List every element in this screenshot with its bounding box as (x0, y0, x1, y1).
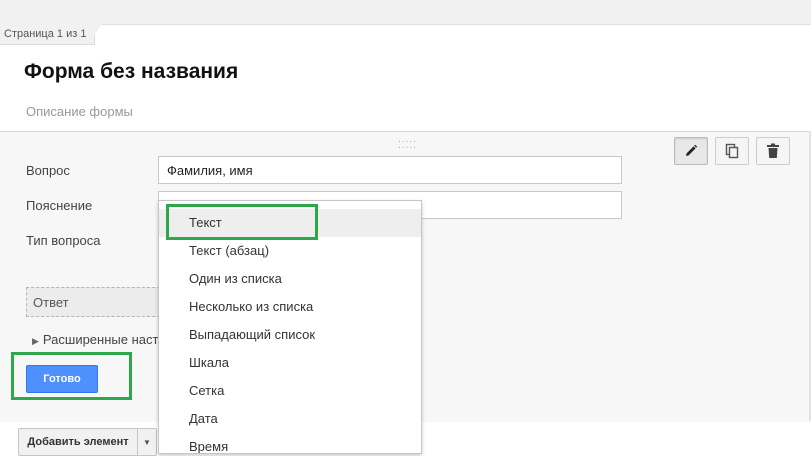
answer-preview: Ответ (26, 287, 160, 317)
add-element-dropdown[interactable]: ▼ (137, 428, 157, 456)
page-indicator-tab[interactable]: Страница 1 из 1 (0, 24, 96, 45)
chevron-down-icon: ▼ (143, 437, 151, 447)
add-element-button[interactable]: Добавить элемент (18, 428, 138, 456)
copy-icon (725, 143, 739, 159)
question-type-option[interactable]: Текст (абзац) (159, 237, 421, 265)
question-label: Вопрос (26, 163, 70, 178)
question-type-option[interactable]: Один из списка (159, 265, 421, 293)
duplicate-button[interactable] (715, 137, 749, 165)
trash-icon (767, 143, 779, 158)
advanced-settings-toggle[interactable]: ▶ Расширенные наст (32, 332, 158, 347)
question-type-option[interactable]: Шкала (159, 349, 421, 377)
delete-button[interactable] (756, 137, 790, 165)
page-tab-corner (88, 24, 102, 44)
form-description[interactable]: Описание формы (26, 104, 133, 119)
question-type-option[interactable]: Сетка (159, 377, 421, 405)
question-type-label: Тип вопроса (26, 233, 101, 248)
question-type-option[interactable]: Дата (159, 405, 421, 433)
question-type-option[interactable]: Несколько из списка (159, 293, 421, 321)
drag-handle-icon[interactable]: ∙∙∙∙∙ ∙∙∙∙∙ (398, 137, 417, 153)
advanced-settings-label: Расширенные наст (42, 332, 159, 347)
pencil-icon (686, 144, 698, 156)
triangle-right-icon: ▶ (32, 336, 39, 346)
hint-label: Пояснение (26, 198, 93, 213)
done-highlight (11, 352, 132, 400)
question-type-option[interactable]: Выпадающий список (159, 321, 421, 349)
text-option-highlight (166, 204, 318, 240)
top-bar (0, 0, 811, 25)
form-title[interactable]: Форма без названия (24, 60, 238, 84)
edit-button[interactable] (674, 137, 708, 165)
question-type-option[interactable]: Время (159, 433, 421, 453)
question-title-input[interactable] (158, 156, 622, 184)
